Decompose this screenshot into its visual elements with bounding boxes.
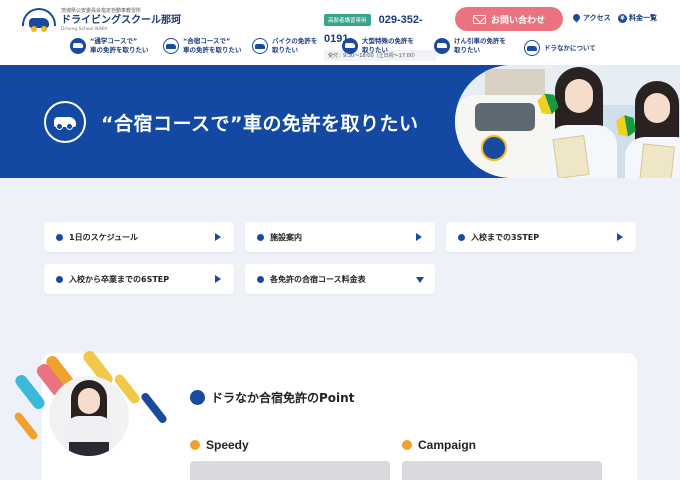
- contact-button[interactable]: お問い合わせ: [455, 7, 563, 31]
- hero-banner: “合宿コースで”車の免許を取りたい: [0, 65, 680, 178]
- phone-tag: 高齢者講習専用: [324, 13, 371, 26]
- truck-icon: [342, 37, 358, 54]
- nav-item-trailer[interactable]: けん引車の免許を 取りたい: [434, 37, 506, 55]
- bullet-icon: [56, 275, 63, 283]
- nav-item-commute-car[interactable]: “通学コースで” 車の免許を取りたい: [70, 37, 149, 55]
- point-campaign-heading: Campaign: [402, 438, 476, 452]
- bullet-icon: [190, 390, 205, 405]
- nav-item-motorcycle[interactable]: バイクの免許を 取りたい: [252, 37, 317, 55]
- car-icon: [70, 37, 86, 54]
- menu-label: 1日のスケジュール: [69, 232, 139, 242]
- arrow-right-icon: [215, 275, 221, 283]
- bullet-icon: [257, 275, 264, 283]
- site-header: 茨城県公安委員会指定自動車教習所 ドライビングスクール那珂 Driving Sc…: [0, 0, 680, 65]
- points-title: ドラなか合宿免許のPoint: [211, 391, 355, 405]
- trailer-icon: [434, 37, 450, 54]
- arrow-right-icon: [416, 233, 422, 241]
- decorative-stripe: [12, 410, 40, 442]
- site-logo[interactable]: 茨城県公安委員会指定自動車教習所 ドライビングスクール那珂 Driving Sc…: [22, 8, 181, 34]
- point-label: Campaign: [418, 438, 477, 452]
- menu-fee-table[interactable]: 各免許の合宿コース料金表: [245, 264, 435, 294]
- price-list-label: 料金一覧: [629, 14, 657, 22]
- bullet-icon: [257, 233, 264, 241]
- menu-label: 入校から卒業までの6STEP: [69, 274, 170, 284]
- school-icon: [524, 40, 540, 56]
- nav-item-label: バイクの免許を 取りたい: [272, 37, 318, 54]
- bullet-icon: [190, 440, 200, 450]
- logo-name: ドライビングスクール那珂: [61, 15, 181, 27]
- logo-mark: [22, 8, 56, 34]
- point-speedy-heading: Speedy: [190, 438, 249, 452]
- nav-item-label: 大型特殊の免許を 取りたい: [362, 37, 414, 54]
- arrow-right-icon: [215, 233, 221, 241]
- price-list-link[interactable]: ¥ 料金一覧: [618, 13, 657, 23]
- staff-photo: [49, 376, 129, 456]
- nav-item-camp-car[interactable]: “合宿コースで” 車の免許を取りたい: [163, 37, 242, 55]
- main-nav: “通学コースで” 車の免許を取りたい “合宿コースで” 車の免許を取りたい バイ…: [0, 37, 680, 63]
- arrow-right-icon: [617, 233, 623, 241]
- page-title: “合宿コースで”車の免許を取りたい: [101, 113, 419, 135]
- menu-label: 各免許の合宿コース料金表: [270, 274, 366, 284]
- access-link[interactable]: アクセス: [571, 12, 611, 23]
- nav-item-label: けん引車の免許を 取りたい: [454, 37, 506, 54]
- access-label: アクセス: [583, 14, 611, 22]
- menu-label: 施設案内: [270, 232, 302, 242]
- hero-photo: [455, 65, 680, 178]
- yen-icon: ¥: [618, 13, 627, 23]
- menu-facilities[interactable]: 施設案内: [245, 222, 435, 252]
- nav-item-label: “合宿コースで” 車の免許を取りたい: [183, 37, 242, 54]
- menu-daily-schedule[interactable]: 1日のスケジュール: [44, 222, 234, 252]
- logo-subtitle: 茨城県公安委員会指定自動車教習所: [61, 8, 142, 15]
- nav-item-label: ドラなかについて: [544, 43, 596, 52]
- bullet-icon: [458, 233, 465, 241]
- menu-label: 入校までの3STEP: [471, 232, 540, 242]
- motorcycle-icon: [252, 37, 268, 54]
- logo-english-name: Driving School NAKA: [61, 27, 108, 33]
- mail-icon: [472, 14, 486, 24]
- bullet-icon: [56, 233, 63, 241]
- nav-item-special-large[interactable]: 大型特殊の免許を 取りたい: [342, 37, 414, 55]
- beginner-mark-icon: [615, 114, 637, 139]
- car-icon: [163, 37, 179, 54]
- point-label: Speedy: [206, 438, 249, 452]
- nav-item-about[interactable]: ドラなかについて: [524, 40, 596, 56]
- menu-6step[interactable]: 入校から卒業までの6STEP: [44, 264, 234, 294]
- points-heading: ドラなか合宿免許のPoint: [190, 389, 354, 406]
- arrow-down-icon: [416, 277, 424, 283]
- menu-3step[interactable]: 入校までの3STEP: [446, 222, 636, 252]
- contact-label: お問い合わせ: [490, 15, 545, 26]
- nav-item-label: “通学コースで” 車の免許を取りたい: [90, 37, 149, 54]
- car-icon: [44, 101, 86, 143]
- map-pin-icon: [571, 12, 582, 22]
- point-speedy-image: [190, 461, 390, 480]
- point-campaign-image: [402, 461, 602, 480]
- bullet-icon: [402, 440, 412, 450]
